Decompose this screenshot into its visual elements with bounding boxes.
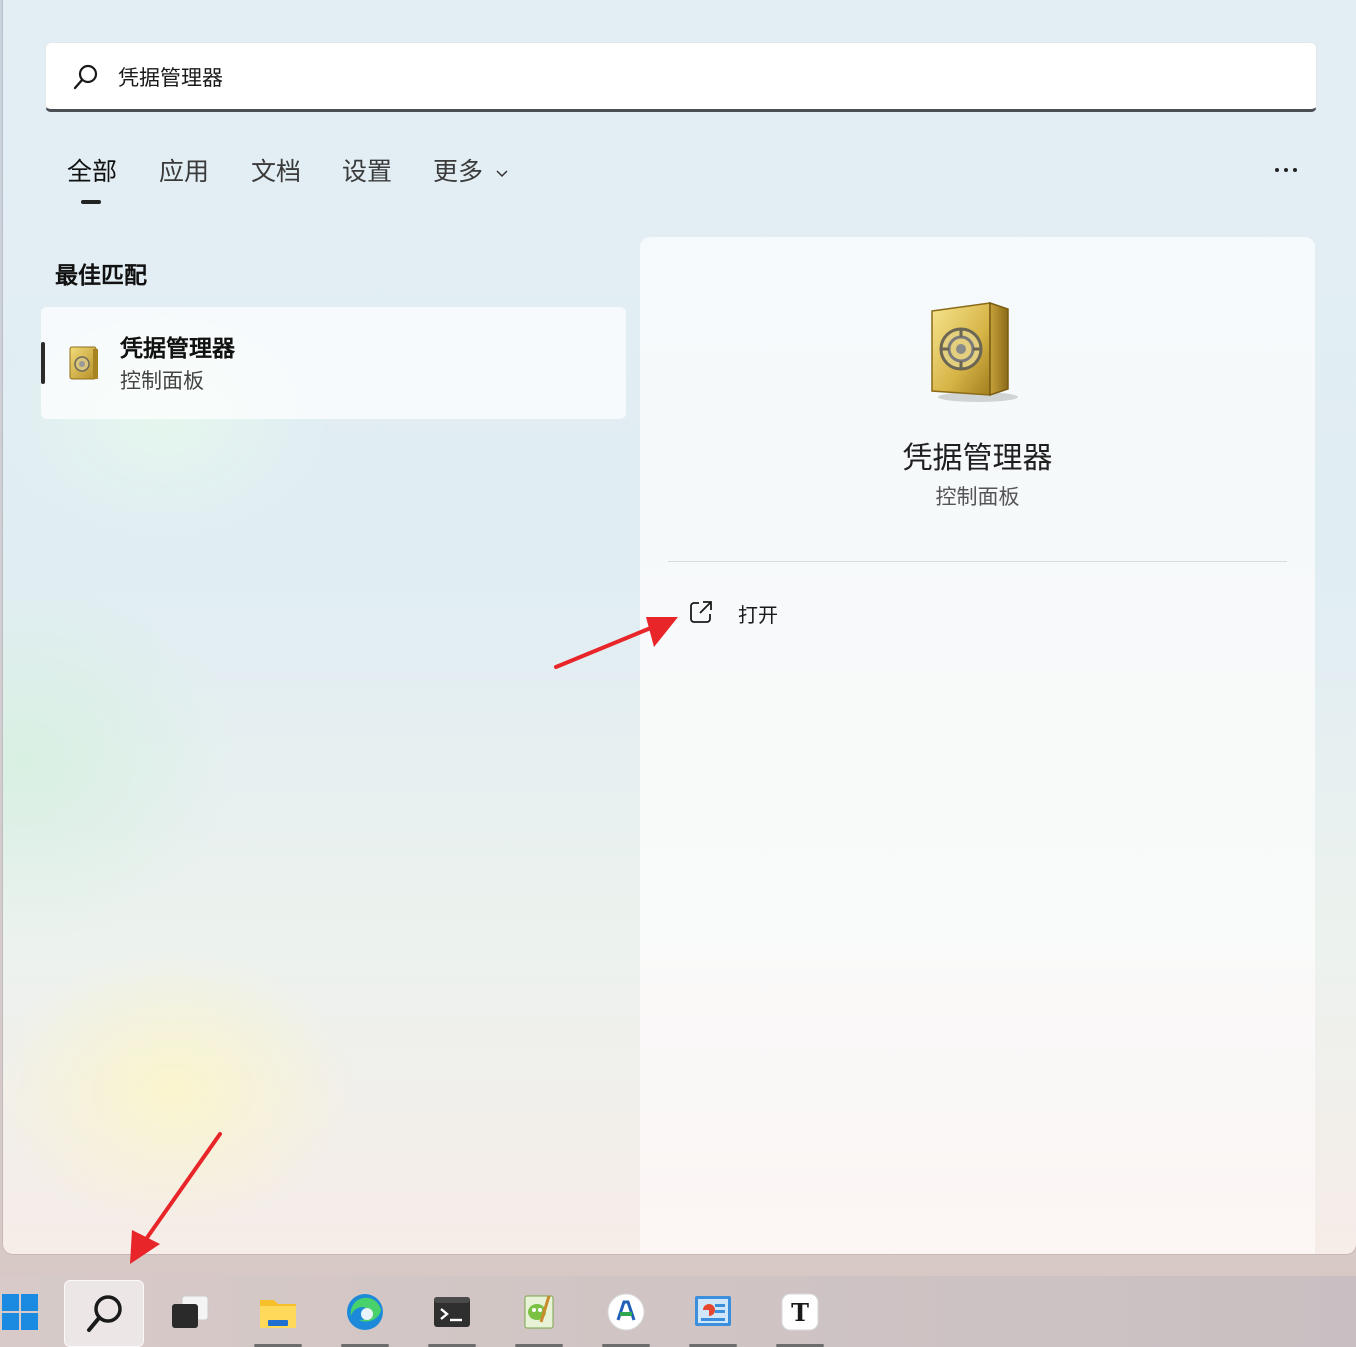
- search-icon: [73, 64, 98, 90]
- search-icon: [87, 1295, 122, 1332]
- start-button[interactable]: [0, 1280, 60, 1347]
- task-view-icon: [172, 1295, 209, 1328]
- svg-text:T: T: [791, 1298, 809, 1327]
- taskbar-search-button[interactable]: [64, 1280, 144, 1347]
- safe-icon: [69, 346, 98, 380]
- result-category: 控制面板: [120, 369, 204, 393]
- divider: [668, 561, 1287, 562]
- dot: [1275, 168, 1279, 172]
- ai-app-icon: [607, 1293, 645, 1331]
- control-panel-button[interactable]: [673, 1280, 753, 1347]
- result-name: 凭据管理器: [120, 336, 235, 362]
- safe-icon: [931, 301, 1018, 402]
- terminal-button[interactable]: [412, 1280, 492, 1347]
- folder-icon: [260, 1300, 296, 1328]
- notepad-plus-icon: [524, 1295, 554, 1329]
- detail-title: 凭据管理器: [902, 441, 1053, 476]
- tab-label: 文档: [251, 157, 302, 186]
- more-options-button[interactable]: [1269, 160, 1303, 180]
- tab-apps[interactable]: 应用: [159, 152, 209, 188]
- tab-all[interactable]: 全部: [67, 152, 118, 204]
- annotation-arrow: [130, 1132, 222, 1264]
- tab-label: 全部: [67, 157, 118, 186]
- desktop: 凭据管理器 全部 应用 文档 设置 更多 最佳匹配 凭据管理器 控制面板 凭据管…: [0, 0, 1356, 1347]
- task-view-button[interactable]: [150, 1280, 230, 1347]
- control-panel-icon: [695, 1296, 731, 1326]
- active-tab-indicator: [81, 200, 101, 204]
- open-button[interactable]: 打开: [684, 589, 884, 637]
- open-label: 打开: [738, 603, 778, 627]
- dot: [1293, 168, 1297, 172]
- open-external-icon: [690, 601, 712, 623]
- search-box[interactable]: 凭据管理器: [45, 42, 1317, 112]
- terminal-icon: [434, 1297, 470, 1327]
- tab-documents[interactable]: 文档: [251, 152, 301, 188]
- notepad-plus-button[interactable]: [499, 1280, 579, 1347]
- typora-button[interactable]: T: [760, 1280, 840, 1347]
- windows-logo-icon: [2, 1294, 38, 1330]
- tab-more[interactable]: 更多: [433, 152, 509, 188]
- detail-panel: 凭据管理器 控制面板 打开: [640, 237, 1315, 1254]
- ai-app-button[interactable]: [586, 1280, 666, 1347]
- annotation-arrow: [554, 617, 678, 669]
- tab-label: 更多: [433, 157, 484, 186]
- tab-label: 设置: [342, 157, 393, 186]
- detail-subtitle: 控制面板: [935, 485, 1020, 509]
- tab-settings[interactable]: 设置: [342, 152, 392, 188]
- best-match-result[interactable]: 凭据管理器 控制面板: [41, 307, 626, 419]
- taskbar: T: [0, 1276, 1356, 1347]
- search-input[interactable]: 凭据管理器: [118, 62, 223, 92]
- tab-label: 应用: [159, 157, 210, 186]
- edge-icon: [347, 1294, 383, 1330]
- dot: [1284, 168, 1288, 172]
- typora-icon: T: [781, 1293, 819, 1331]
- best-match-heading: 最佳匹配: [55, 263, 147, 289]
- edge-button[interactable]: [325, 1280, 405, 1347]
- chevron-down-icon: [496, 170, 508, 178]
- file-explorer-button[interactable]: [238, 1280, 318, 1347]
- selection-indicator: [41, 342, 45, 384]
